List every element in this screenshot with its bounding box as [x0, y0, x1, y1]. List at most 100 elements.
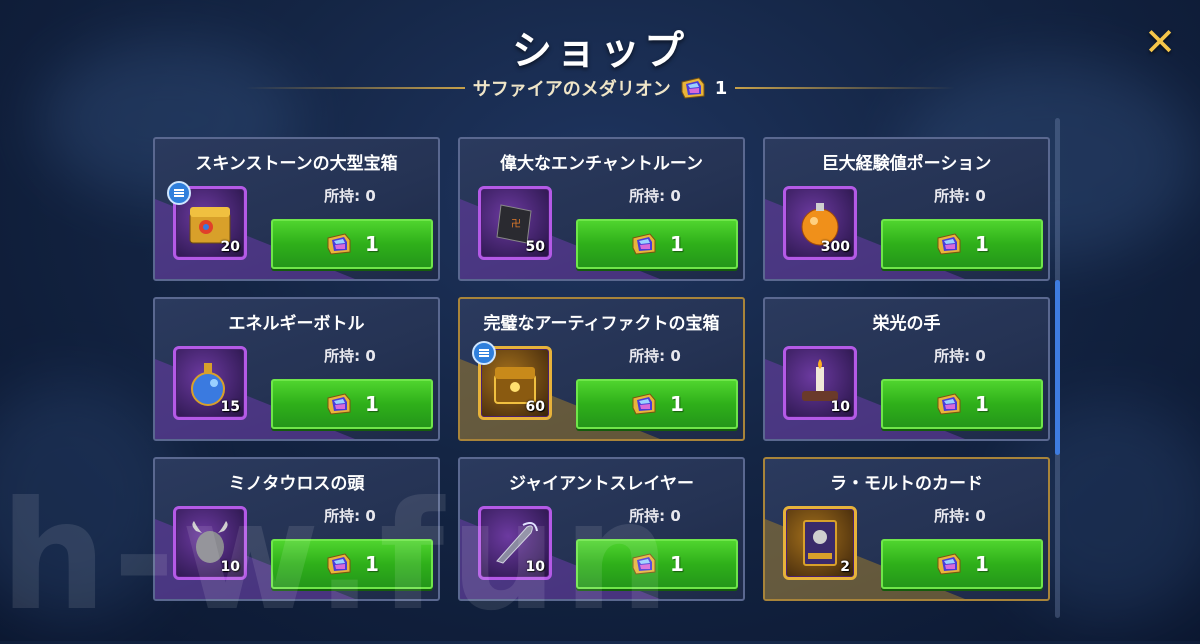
- item-icon-frame[interactable]: 10: [783, 346, 857, 420]
- item-icon-frame[interactable]: 2: [783, 506, 857, 580]
- owned-label: 所持:: [629, 507, 666, 525]
- item-name: ミノタウロスの頭: [228, 474, 365, 494]
- buy-button[interactable]: 1: [576, 539, 738, 589]
- list-info-icon[interactable]: [167, 181, 191, 205]
- price: 1: [975, 552, 989, 576]
- shop-item-card[interactable]: ラ・モルトのカード所持: 0 2 1: [763, 457, 1050, 601]
- shop-item-card[interactable]: エネルギーボトル 所持: 0 15 1: [153, 297, 440, 441]
- buy-button[interactable]: 1: [271, 219, 433, 269]
- buy-button[interactable]: 1: [881, 539, 1043, 589]
- item-icon-frame[interactable]: 10: [478, 506, 552, 580]
- item-name: ジャイアントスレイヤー: [509, 474, 694, 494]
- item-quantity: 50: [525, 239, 545, 255]
- item-icon-frame[interactable]: 10: [173, 506, 247, 580]
- sapphire-medallion-icon: [632, 393, 656, 415]
- scrollbar[interactable]: [1055, 118, 1060, 618]
- buy-button[interactable]: 1: [881, 219, 1043, 269]
- sapphire-medallion-icon: [937, 393, 961, 415]
- item-icon-frame[interactable]: 15: [173, 346, 247, 420]
- owned-value: 0: [670, 347, 681, 365]
- sapphire-medallion-icon: [681, 77, 705, 99]
- la-morte-card-icon: [803, 520, 837, 566]
- owned-label: 所持:: [324, 187, 361, 205]
- price: 1: [975, 392, 989, 416]
- owned-count: 所持: 0: [265, 505, 435, 526]
- buy-button[interactable]: 1: [271, 379, 433, 429]
- item-quantity: 10: [220, 559, 240, 575]
- shop-title: ショップ: [512, 28, 688, 74]
- item-icon-frame[interactable]: 卍 50: [478, 186, 552, 260]
- divider-left: [244, 87, 465, 89]
- price: 1: [670, 392, 684, 416]
- sapphire-medallion-icon: [327, 233, 351, 255]
- shop-item-card[interactable]: ジャイアントスレイヤー所持: 0 10 1: [458, 457, 745, 601]
- currency-name: サファイアのメダリオン: [472, 79, 671, 100]
- buy-button[interactable]: 1: [271, 539, 433, 589]
- sapphire-medallion-icon: [937, 553, 961, 575]
- shop-item-card[interactable]: 栄光の手所持: 0 10 1: [763, 297, 1050, 441]
- owned-label: 所持:: [934, 507, 971, 525]
- sapphire-medallion-icon: [632, 553, 656, 575]
- item-quantity: 20: [220, 239, 240, 255]
- divider-right: [735, 87, 956, 89]
- owned-value: 0: [975, 187, 986, 205]
- owned-count: 所持: 0: [875, 505, 1045, 526]
- item-name: 完璧なアーティファクトの宝箱: [483, 314, 720, 334]
- buy-button[interactable]: 1: [576, 379, 738, 429]
- item-quantity: 2: [840, 559, 850, 575]
- shop-item-card[interactable]: 偉大なエンチャントルーン所持: 0 卍 50 1: [458, 137, 745, 281]
- close-icon: ✕: [1144, 20, 1176, 64]
- price: 1: [670, 232, 684, 256]
- owned-count: 所持: 0: [875, 345, 1045, 366]
- currency-bar: サファイアのメダリオン 1: [0, 74, 1200, 102]
- sapphire-medallion-icon: [937, 233, 961, 255]
- item-quantity: 300: [820, 239, 850, 255]
- owned-count: 所持: 0: [265, 185, 435, 206]
- shop-grid: スキンストーンの大型宝箱 所持: 0 20 1 偉大なエンチャントルーン 所持: 0 卍 50…: [153, 137, 1050, 601]
- shop-item-card[interactable]: 巨大経験値ポーション所持: 0 300 1: [763, 137, 1050, 281]
- shop-item-card[interactable]: スキンストーンの大型宝箱所持: 0 20 1: [153, 137, 440, 281]
- scroll-thumb[interactable]: [1055, 280, 1060, 455]
- sapphire-medallion-icon: [327, 393, 351, 415]
- owned-value: 0: [365, 347, 376, 365]
- owned-count: 所持: 0: [265, 345, 435, 366]
- owned-label: 所持:: [629, 347, 666, 365]
- owned-label: 所持:: [324, 507, 361, 525]
- owned-label: 所持:: [324, 347, 361, 365]
- item-quantity: 60: [525, 399, 545, 415]
- price: 1: [365, 232, 379, 256]
- owned-value: 0: [975, 347, 986, 365]
- owned-label: 所持:: [629, 187, 666, 205]
- price: 1: [975, 232, 989, 256]
- owned-value: 0: [365, 187, 376, 205]
- item-name: ラ・モルトのカード: [830, 474, 983, 494]
- close-button[interactable]: ✕: [1140, 22, 1180, 62]
- owned-count: 所持: 0: [875, 185, 1045, 206]
- item-quantity: 15: [220, 399, 240, 415]
- buy-button[interactable]: 1: [576, 219, 738, 269]
- price: 1: [365, 552, 379, 576]
- owned-count: 所持: 0: [570, 345, 740, 366]
- owned-count: 所持: 0: [570, 185, 740, 206]
- item-quantity: 10: [525, 559, 545, 575]
- svg-text:卍: 卍: [511, 218, 521, 230]
- shop-item-card[interactable]: 完璧なアーティファクトの宝箱所持: 0 60 1: [458, 297, 745, 441]
- price: 1: [365, 392, 379, 416]
- price: 1: [670, 552, 684, 576]
- item-name: 巨大経験値ポーション: [821, 154, 992, 174]
- owned-value: 0: [975, 507, 986, 525]
- list-info-icon[interactable]: [472, 341, 496, 365]
- item-icon-frame[interactable]: 300: [783, 186, 857, 260]
- currency-count: 1: [714, 77, 728, 99]
- owned-value: 0: [365, 507, 376, 525]
- buy-button[interactable]: 1: [881, 379, 1043, 429]
- item-name: スキンストーンの大型宝箱: [195, 154, 398, 174]
- item-name: 偉大なエンチャントルーン: [500, 154, 703, 174]
- sapphire-medallion-icon: [327, 553, 351, 575]
- owned-value: 0: [670, 507, 681, 525]
- shop-item-card[interactable]: ミノタウロスの頭所持: 0 10 1: [153, 457, 440, 601]
- item-name: 栄光の手: [872, 314, 941, 334]
- sapphire-medallion-icon: [632, 233, 656, 255]
- owned-count: 所持: 0: [570, 505, 740, 526]
- owned-label: 所持:: [934, 187, 971, 205]
